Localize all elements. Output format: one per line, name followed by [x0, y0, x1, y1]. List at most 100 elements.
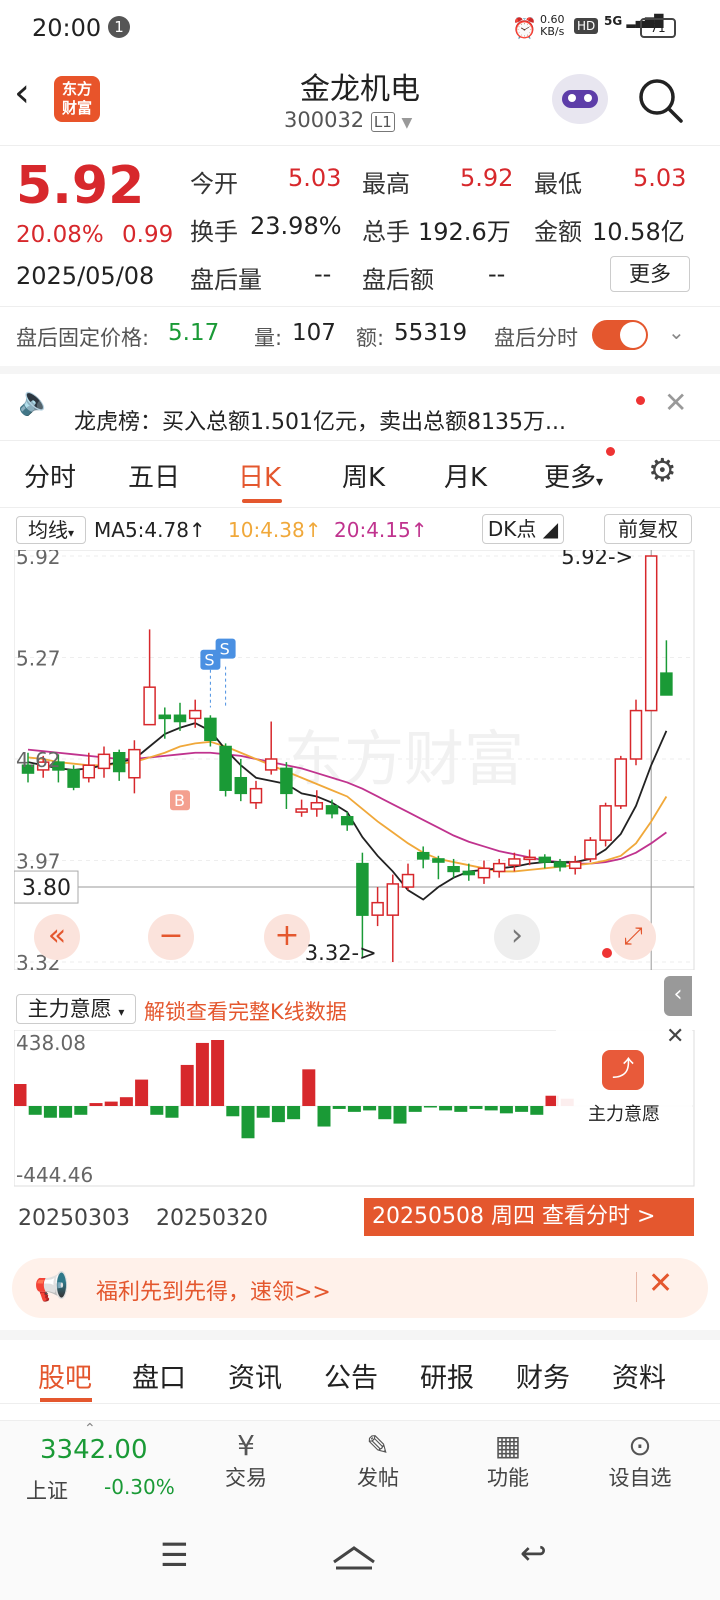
app-logo[interactable]: 东方 财富	[54, 76, 100, 122]
candle-body	[523, 856, 536, 861]
close-icon[interactable]: ✕	[648, 1266, 673, 1301]
y-axis-label: 3.97	[16, 850, 61, 874]
post-label: 发帖	[357, 1466, 399, 1490]
tab-yanbao[interactable]: 研报	[420, 1356, 474, 1395]
more-button[interactable]: 更多	[610, 256, 690, 292]
add-watchlist-button[interactable]: ⊙ 设自选	[600, 1429, 680, 1492]
index-value[interactable]: 3342.00	[40, 1435, 148, 1465]
ma10-value: 10:4.38↑	[228, 518, 322, 542]
kline-chart[interactable]: 东方财富 5.92 5.27 4.62 3.97 3.32 3.80 5.92-> 3.32-…	[14, 550, 708, 990]
status-time: 20:00	[32, 14, 102, 42]
scroll-right-button[interactable]: ›	[494, 914, 540, 960]
candle-body	[386, 883, 400, 916]
quote-date: 2025/05/08	[16, 262, 155, 290]
candle-body	[188, 709, 202, 720]
promo-text[interactable]: 福利先到先得，速领>>	[96, 1274, 331, 1306]
tab-gonggao[interactable]: 公告	[324, 1356, 378, 1395]
amount-value: 10.58亿	[592, 218, 685, 246]
qty-value: 107	[292, 320, 336, 346]
stock-code[interactable]: 300032 L1 ▼	[284, 108, 412, 132]
bottom-toolbar: ⌃ 3342.00 上证 -0.30% ¥ 交易 ✎ 发帖 ▦ 功能 ⊙ 设自选	[0, 1420, 720, 1516]
candle-body	[112, 752, 126, 773]
index-name[interactable]: 上证	[26, 1475, 68, 1505]
tab-pankou[interactable]: 盘口	[132, 1356, 186, 1395]
fuquan-button[interactable]: 前复权	[604, 514, 692, 544]
candle-body	[614, 758, 628, 807]
tab-more[interactable]: 更多▾	[544, 457, 603, 494]
afterhours-toggle[interactable]	[592, 320, 648, 350]
date-axis-row: 20250303 20250320 20250508 周四 查看分时 >	[0, 1190, 720, 1240]
min-price-marker: 3.32->	[305, 941, 377, 965]
view-fenshi-button[interactable]: 20250508 周四 查看分时 >	[364, 1198, 694, 1236]
tab-fenshi[interactable]: 分时	[24, 457, 76, 494]
close-icon[interactable]: ✕	[666, 1024, 684, 1049]
tab-caiwu[interactable]: 财务	[516, 1356, 570, 1395]
function-button[interactable]: ▦ 功能	[476, 1429, 540, 1492]
menu-icon[interactable]: ☰	[160, 1536, 189, 1574]
indicator-bar	[43, 1106, 57, 1118]
indicator-chart[interactable]: 438.08 -444.46 ⤴ 主力意愿 ✕	[13, 1024, 708, 1190]
robot-avatar[interactable]	[552, 74, 608, 124]
date-mid: 20250320	[156, 1206, 268, 1231]
back-nav-icon[interactable]: ↩	[520, 1534, 547, 1572]
ma-select[interactable]: 均线▾	[16, 516, 86, 544]
active-tab-indicator	[242, 499, 282, 503]
buy-marker-label: B	[174, 791, 185, 810]
active-tab-indicator	[40, 1398, 92, 1402]
back-arrow-icon[interactable]: ‹	[14, 70, 30, 116]
trade-button[interactable]: ¥ 交易	[214, 1429, 278, 1492]
scroll-left-button[interactable]: «	[34, 914, 80, 960]
change-amount: 0.99	[122, 222, 174, 248]
tab-yuek[interactable]: 月K	[444, 457, 487, 494]
tab-ziliao[interactable]: 资料	[612, 1356, 666, 1395]
candle-body	[158, 714, 172, 720]
index-change[interactable]: -0.30%	[104, 1475, 175, 1499]
fixed-price-value: 5.17	[168, 320, 220, 346]
indicator-bar	[150, 1106, 164, 1115]
indicator-bar	[256, 1106, 270, 1118]
indicator-max-label: 438.08	[16, 1031, 86, 1055]
home-icon[interactable]	[330, 1542, 378, 1572]
qty-label: 量:	[254, 326, 283, 350]
tab-zixun[interactable]: 资讯	[228, 1356, 282, 1395]
candle-body	[492, 862, 506, 873]
tab-wuri[interactable]: 五日	[128, 457, 180, 494]
notice-text[interactable]: 龙虎榜：买入总额1.501亿元，卖出总额8135万...	[74, 404, 566, 436]
stock-header: ‹ 东方 财富 金龙机电 300032 L1 ▼	[0, 56, 720, 146]
fullscreen-icon[interactable]: ⤢	[610, 914, 656, 960]
battery-icon: 71	[640, 18, 676, 38]
tab-rik[interactable]: 日K	[238, 457, 281, 494]
side-collapse-button[interactable]: ‹	[664, 976, 692, 1016]
dk-point-button[interactable]: DK点 ◢	[482, 514, 564, 544]
unlock-link[interactable]: 解锁查看完整K线数据	[144, 996, 347, 1026]
indicator-select[interactable]: 主力意愿 ▾	[16, 994, 136, 1024]
turnover-label: 换手	[190, 218, 238, 246]
grid-icon: ▦	[494, 1429, 522, 1462]
candle-body	[143, 686, 156, 726]
kline-svg: 东方财富 5.925.274.623.973.323.805.92->3.32-…	[14, 550, 695, 970]
candle-body	[234, 776, 248, 795]
indicator-bar	[484, 1106, 498, 1111]
candle-body	[264, 758, 278, 771]
candle-body	[568, 861, 582, 870]
tab-guba[interactable]: 股吧	[38, 1356, 92, 1395]
search-icon[interactable]	[636, 76, 686, 126]
indicator-bar	[378, 1106, 392, 1120]
post-button[interactable]: ✎ 发帖	[346, 1429, 410, 1492]
tab-zhouk[interactable]: 周K	[342, 457, 385, 494]
promo-banner[interactable]: 📢 福利先到先得，速领>> ✕	[12, 1258, 708, 1318]
indicator-float-card[interactable]: ⤴ 主力意愿	[556, 1030, 692, 1180]
zoom-in-button[interactable]: +	[264, 914, 310, 960]
chevron-down-icon[interactable]: ⌄	[668, 320, 685, 344]
candle-body	[508, 858, 521, 866]
candle-body	[310, 801, 324, 810]
candle-body	[219, 745, 232, 791]
notice-bar[interactable]: 🔈 龙虎榜：买入总额1.501亿元，卖出总额8135万... ✕	[0, 366, 720, 438]
zoom-out-button[interactable]: −	[148, 914, 194, 960]
close-icon[interactable]: ✕	[664, 386, 687, 419]
sell-marker-label: S	[220, 640, 230, 659]
ma-legend-row: 均线▾ MA5:4.78↑ 10:4.38↑ 20:4.15↑ DK点 ◢ 前复…	[0, 512, 720, 550]
gear-icon[interactable]: ⚙	[648, 451, 677, 489]
indicator-bar	[104, 1101, 118, 1106]
chevron-down-icon: ▼	[401, 115, 413, 131]
